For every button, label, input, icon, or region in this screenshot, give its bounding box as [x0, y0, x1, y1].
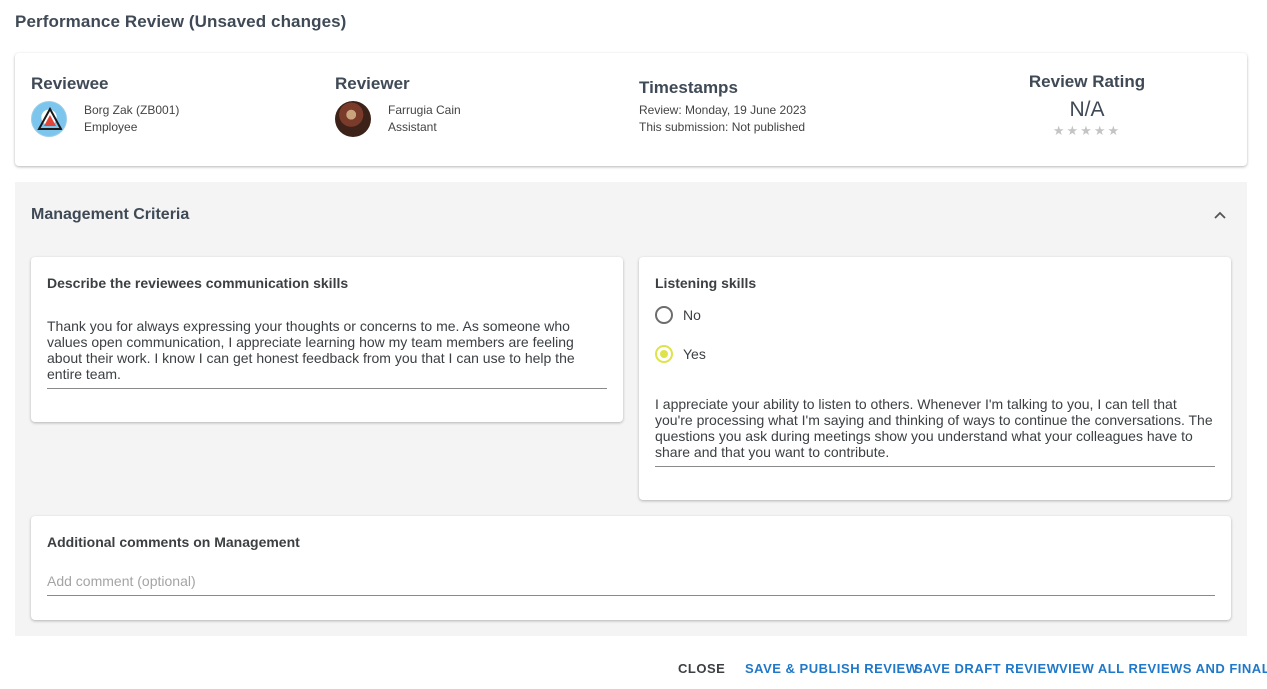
additional-comments-input[interactable]: Add comment (optional): [47, 573, 196, 589]
section-title: Management Criteria: [31, 206, 190, 223]
listening-label: Listening skills: [655, 275, 757, 291]
reviewer-name: Farrugia Cain: [388, 103, 461, 117]
listening-line: I appreciate your ability to listen to o…: [655, 396, 1177, 412]
reviewer-block: Reviewer Farrugia Cain Assistant: [335, 74, 461, 137]
radio-yes[interactable]: [655, 345, 673, 363]
listening-line: you're processing what I'm saying and th…: [655, 412, 1213, 428]
communication-line: values open communication, I appreciate …: [47, 334, 574, 350]
review-date: Review: Monday, 19 June 2023: [639, 103, 807, 117]
rating-value: N/A: [1069, 98, 1105, 121]
reviewee-heading: Reviewee: [31, 74, 109, 93]
timestamps-block: Timestamps Review: Monday, 19 June 2023 …: [639, 78, 806, 136]
radio-no-label: No: [683, 307, 701, 323]
communication-label: Describe the reviewees communication ski…: [47, 275, 349, 291]
communication-line: about their work. I know I can get hones…: [47, 350, 575, 366]
communication-line: entire team.: [47, 366, 121, 382]
additional-comments-card: Additional comments on Management Add co…: [31, 516, 1231, 620]
listening-underline: [655, 466, 1215, 467]
reviewer-avatar: [335, 101, 371, 137]
chevron-up-icon[interactable]: [1213, 208, 1227, 222]
reviewee-block: Reviewee Borg Zak (ZB001) Employee: [31, 74, 179, 137]
listening-line: questions you ask during meetings show y…: [655, 428, 1193, 444]
submission-status: This submission: Not published: [639, 120, 806, 134]
reviewer-person: Farrugia Cain Assistant: [335, 101, 461, 137]
communication-textarea[interactable]: Thank you for always expressing your tho…: [47, 318, 609, 382]
reviewee-name: Borg Zak (ZB001): [84, 103, 180, 117]
communication-underline: [47, 388, 607, 389]
page-title: Performance Review (Unsaved changes): [15, 12, 347, 31]
radio-option-yes[interactable]: Yes: [655, 345, 706, 363]
reviewee-person: Borg Zak (ZB001) Employee: [31, 101, 179, 137]
additional-comments-underline: [47, 595, 1215, 596]
timestamps-heading: Timestamps: [639, 78, 738, 97]
reviewee-role: Employee: [84, 120, 138, 134]
radio-yes-label: Yes: [683, 346, 706, 362]
additional-comments-label: Additional comments on Management: [47, 534, 300, 550]
reviewer-heading: Reviewer: [335, 74, 410, 93]
listening-line: share and that you want to contribute.: [655, 444, 890, 460]
communication-card: Describe the reviewees communication ski…: [31, 257, 623, 422]
review-header-card: Reviewee Borg Zak (ZB001) Employee Revie…: [15, 53, 1247, 166]
view-all-finalise-button[interactable]: VIEW ALL REVIEWS AND FINALISE: [1059, 661, 1267, 676]
axioms-logo-icon: [37, 106, 63, 130]
listening-card: Listening skills No Yes I appreciate you…: [639, 257, 1231, 500]
rating-heading: Review Rating: [1028, 72, 1146, 91]
listening-textarea[interactable]: I appreciate your ability to listen to o…: [655, 396, 1220, 460]
close-button[interactable]: CLOSE: [678, 661, 725, 676]
reviewer-role: Assistant: [388, 120, 437, 134]
communication-line: Thank you for always expressing your tho…: [47, 318, 570, 334]
save-draft-button[interactable]: SAVE DRAFT REVIEW: [914, 661, 1060, 676]
reviewee-avatar: [31, 101, 67, 137]
management-criteria-section: Management Criteria Describe the reviewe…: [15, 182, 1247, 636]
rating-block: Review Rating N/A ★★★★★: [1015, 72, 1159, 139]
radio-no[interactable]: [655, 306, 673, 324]
star-rating: ★★★★★: [1052, 123, 1122, 138]
save-publish-button[interactable]: SAVE & PUBLISH REVIEW: [745, 661, 919, 676]
radio-option-no[interactable]: No: [655, 306, 701, 324]
